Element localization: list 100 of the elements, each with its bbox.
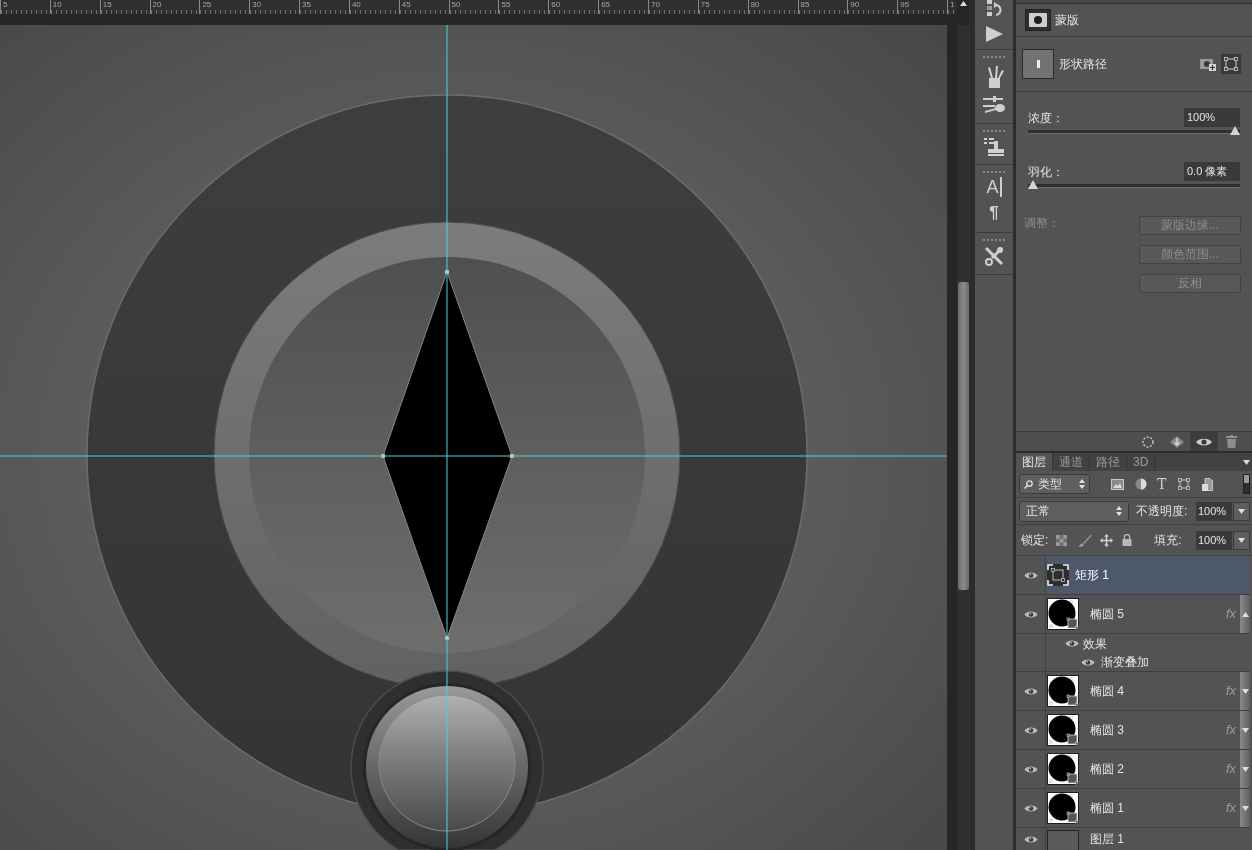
shape-layer-thumbnail xyxy=(1047,564,1069,586)
layer-row[interactable]: 椭圆 4 fx xyxy=(1046,672,1250,710)
filter-value: 类型 xyxy=(1038,476,1062,493)
filter-toggle[interactable] xyxy=(1243,474,1250,494)
eye-icon[interactable] xyxy=(1023,764,1038,774)
image-icon[interactable] xyxy=(1111,478,1124,490)
caret-down-icon xyxy=(1238,508,1245,514)
clone-stamp-icon[interactable] xyxy=(984,137,1004,157)
brush-icon[interactable] xyxy=(1078,533,1093,547)
eye-icon[interactable] xyxy=(1065,639,1079,648)
opacity-field[interactable]: 100% xyxy=(1196,501,1232,521)
layer-row[interactable]: 矩形 1 xyxy=(1046,556,1250,594)
panel-tab[interactable]: 图层 xyxy=(1016,453,1053,471)
layer-name: 椭圆 1 xyxy=(1090,800,1124,817)
eye-icon[interactable] xyxy=(1023,686,1038,696)
checkerboard-icon[interactable] xyxy=(1056,534,1068,546)
ruler-label: 55 xyxy=(500,0,511,9)
effect-label: 渐变叠加 xyxy=(1101,654,1149,671)
expand-toggle[interactable] xyxy=(1240,750,1250,788)
eye-icon[interactable] xyxy=(1081,657,1095,667)
shape-filter-icon[interactable] xyxy=(1178,478,1191,490)
slider-thumb[interactable] xyxy=(1230,126,1240,135)
opacity-dropdown-button[interactable] xyxy=(1233,501,1250,521)
eye-icon[interactable] xyxy=(1023,609,1038,619)
expand-toggle[interactable] xyxy=(1240,595,1250,633)
layer-name: 椭圆 4 xyxy=(1090,683,1124,700)
lock-icon[interactable] xyxy=(1122,534,1133,546)
slider-thumb[interactable] xyxy=(1028,180,1038,189)
layer-row[interactable]: 椭圆 5 fx xyxy=(1046,595,1250,633)
diamond-arrow-icon[interactable] xyxy=(1170,435,1184,448)
fill-field[interactable]: 100% xyxy=(1196,530,1232,550)
layer-row[interactable]: 椭圆 3 fx xyxy=(1046,711,1250,749)
half-circle-icon[interactable] xyxy=(1135,478,1147,490)
ellipse-layer-thumbnail xyxy=(1047,753,1079,785)
smart-object-icon[interactable] xyxy=(1202,477,1214,491)
trash-icon[interactable] xyxy=(1226,435,1237,448)
caret-down-icon xyxy=(1241,727,1249,733)
scroll-up-icon xyxy=(960,1,967,6)
ruler-label: 1 xyxy=(949,0,955,9)
layer-effects-label: fx xyxy=(1225,682,1236,701)
search-icon xyxy=(1024,479,1033,489)
add-pixel-mask-icon[interactable] xyxy=(1200,57,1216,71)
mask-icon[interactable] xyxy=(1025,9,1051,31)
ruler-label: 75 xyxy=(699,0,710,9)
filter-dropdown[interactable]: 类型 xyxy=(1019,474,1090,494)
layer-name: 椭圆 3 xyxy=(1090,722,1124,739)
character-panel-button[interactable]: A xyxy=(986,177,1002,197)
eye-icon[interactable] xyxy=(1190,431,1218,452)
layer-effects-label: fx xyxy=(1225,721,1236,740)
ruler-label: 25 xyxy=(201,0,212,9)
panel-menu-icon xyxy=(1243,459,1250,465)
history-icon[interactable] xyxy=(985,0,1003,18)
type-filter-button[interactable]: T xyxy=(1157,477,1167,491)
dashed-circle-icon[interactable] xyxy=(1142,435,1154,448)
eye-icon[interactable] xyxy=(1023,570,1038,580)
play-icon[interactable] xyxy=(985,26,1003,42)
move-icon[interactable] xyxy=(1100,533,1114,547)
caret-down-icon xyxy=(1241,805,1249,811)
ruler-label: 35 xyxy=(301,0,311,9)
layer-effects-label: fx xyxy=(1225,799,1236,818)
tools-icon[interactable] xyxy=(984,246,1004,266)
effects-group-label: 效果 xyxy=(1083,635,1107,653)
ruler-label: 5 xyxy=(2,0,8,9)
expand-toggle[interactable] xyxy=(1240,672,1250,710)
lock-label: 锁定: xyxy=(1021,532,1049,549)
fill-dropdown-button[interactable] xyxy=(1233,530,1250,550)
anchor-marker-icon xyxy=(1036,60,1040,68)
expand-toggle[interactable] xyxy=(1240,789,1250,827)
ruler-label: 40 xyxy=(350,0,361,9)
layer-row[interactable]: 椭圆 2 fx xyxy=(1046,750,1250,788)
layer-row[interactable]: 椭圆 1 fx xyxy=(1046,789,1250,827)
density-label: 浓度： xyxy=(1028,109,1064,127)
eye-icon[interactable] xyxy=(1023,834,1038,844)
feather-label: 羽化： xyxy=(1028,163,1064,181)
ruler-label: 30 xyxy=(251,0,262,9)
panel-title: 蒙版 xyxy=(1055,12,1079,29)
paragraph-panel-button[interactable]: ¶ xyxy=(989,203,999,222)
ruler-label: 80 xyxy=(749,0,760,9)
eye-icon[interactable] xyxy=(1023,725,1038,735)
ellipse-layer-thumbnail xyxy=(1047,675,1079,707)
feather-field[interactable]: 0.0 像素 xyxy=(1184,162,1240,181)
vector-mask-icon[interactable] xyxy=(1221,54,1241,74)
eye-icon[interactable] xyxy=(1023,803,1038,813)
opacity-label: 不透明度: xyxy=(1136,503,1188,520)
ellipse-layer-thumbnail xyxy=(1047,792,1079,824)
density-field[interactable]: 100% xyxy=(1184,108,1240,127)
layer-effects-label: fx xyxy=(1225,760,1236,779)
shape-path-label: 形状路径 xyxy=(1059,56,1107,73)
expand-toggle[interactable] xyxy=(1240,711,1250,749)
ruler-label: 10 xyxy=(51,0,62,9)
ruler-label: 70 xyxy=(649,0,660,9)
ellipse-layer-thumbnail xyxy=(1047,598,1079,630)
caret-down-icon xyxy=(1241,688,1249,694)
blend-mode-dropdown[interactable]: 正常 xyxy=(1019,500,1129,522)
brush-settings-icon[interactable] xyxy=(983,96,1005,114)
layer-effects-label: fx xyxy=(1225,605,1236,624)
ruler-label: 90 xyxy=(849,0,860,9)
scrollbar-thumb[interactable] xyxy=(958,282,969,590)
blend-mode-value: 正常 xyxy=(1026,503,1050,520)
ruler-label: 65 xyxy=(600,0,611,9)
